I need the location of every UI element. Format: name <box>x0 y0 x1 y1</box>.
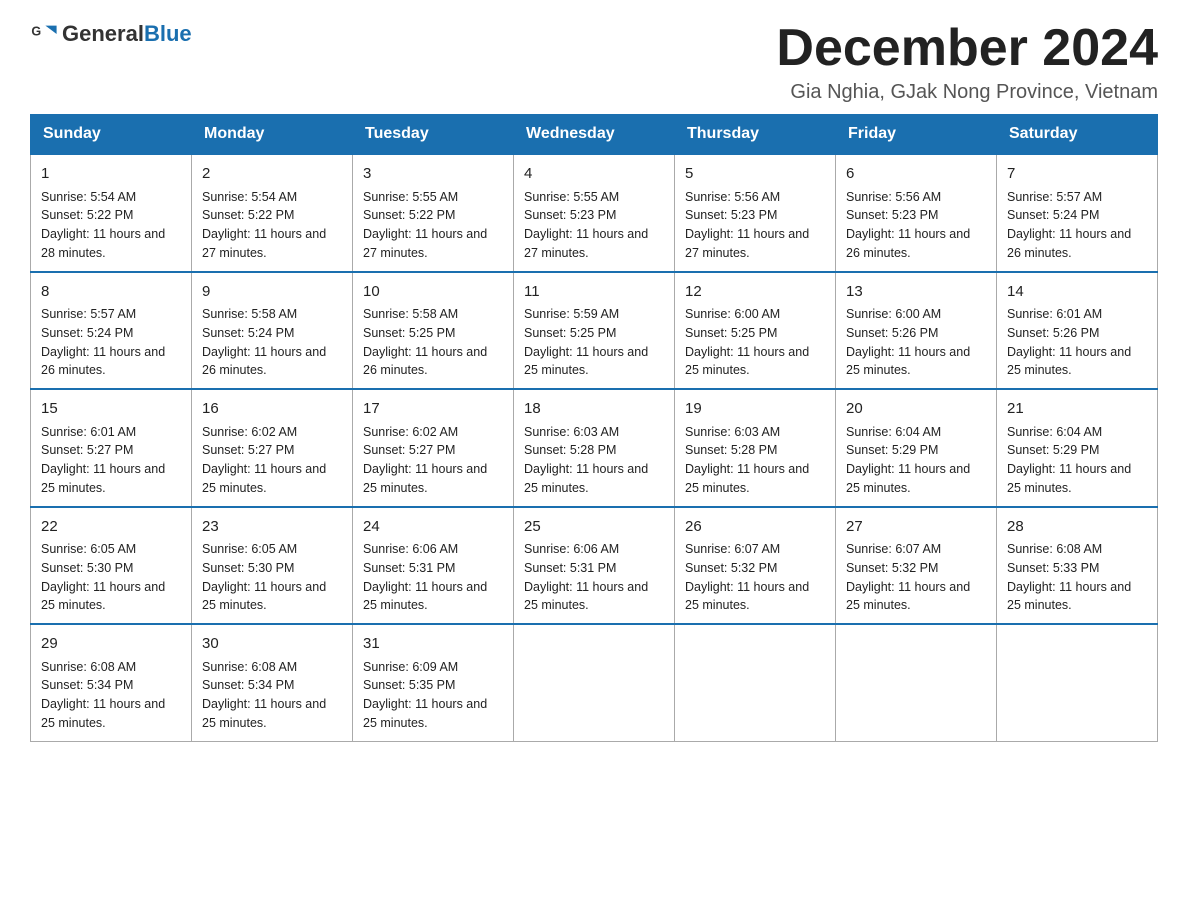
calendar-day-cell: 26Sunrise: 6:07 AMSunset: 5:32 PMDayligh… <box>675 507 836 625</box>
day-number: 17 <box>363 398 503 421</box>
month-title: December 2024 <box>776 20 1158 77</box>
day-of-week-header: Tuesday <box>353 115 514 155</box>
calendar-day-cell: 2Sunrise: 5:54 AMSunset: 5:22 PMDaylight… <box>192 154 353 272</box>
day-of-week-header: Monday <box>192 115 353 155</box>
day-number: 6 <box>846 163 986 186</box>
calendar-day-cell <box>997 624 1158 741</box>
calendar-day-cell: 5Sunrise: 5:56 AMSunset: 5:23 PMDaylight… <box>675 154 836 272</box>
day-number: 11 <box>524 281 664 304</box>
day-number: 4 <box>524 163 664 186</box>
day-of-week-header: Saturday <box>997 115 1158 155</box>
calendar-week-row: 22Sunrise: 6:05 AMSunset: 5:30 PMDayligh… <box>31 507 1158 625</box>
day-number: 29 <box>41 633 181 656</box>
day-number: 9 <box>202 281 342 304</box>
calendar-day-cell: 10Sunrise: 5:58 AMSunset: 5:25 PMDayligh… <box>353 272 514 390</box>
logo-blue-text: Blue <box>144 21 192 46</box>
day-number: 3 <box>363 163 503 186</box>
day-number: 8 <box>41 281 181 304</box>
day-number: 14 <box>1007 281 1147 304</box>
day-number: 10 <box>363 281 503 304</box>
logo-general-text: General <box>62 21 144 46</box>
day-number: 26 <box>685 516 825 539</box>
day-number: 18 <box>524 398 664 421</box>
day-number: 5 <box>685 163 825 186</box>
day-of-week-header: Sunday <box>31 115 192 155</box>
day-of-week-header: Thursday <box>675 115 836 155</box>
day-number: 21 <box>1007 398 1147 421</box>
calendar-day-cell: 9Sunrise: 5:58 AMSunset: 5:24 PMDaylight… <box>192 272 353 390</box>
calendar-header-row: SundayMondayTuesdayWednesdayThursdayFrid… <box>31 115 1158 155</box>
calendar-day-cell: 4Sunrise: 5:55 AMSunset: 5:23 PMDaylight… <box>514 154 675 272</box>
calendar-day-cell: 7Sunrise: 5:57 AMSunset: 5:24 PMDaylight… <box>997 154 1158 272</box>
page-header: G GeneralBlue December 2024 Gia Nghia, G… <box>30 20 1158 104</box>
day-number: 2 <box>202 163 342 186</box>
logo: G GeneralBlue <box>30 20 192 48</box>
day-of-week-header: Wednesday <box>514 115 675 155</box>
day-of-week-header: Friday <box>836 115 997 155</box>
calendar-day-cell: 31Sunrise: 6:09 AMSunset: 5:35 PMDayligh… <box>353 624 514 741</box>
location-subtitle: Gia Nghia, GJak Nong Province, Vietnam <box>776 81 1158 104</box>
calendar-day-cell: 28Sunrise: 6:08 AMSunset: 5:33 PMDayligh… <box>997 507 1158 625</box>
calendar-week-row: 15Sunrise: 6:01 AMSunset: 5:27 PMDayligh… <box>31 389 1158 507</box>
calendar-day-cell: 27Sunrise: 6:07 AMSunset: 5:32 PMDayligh… <box>836 507 997 625</box>
calendar-day-cell: 12Sunrise: 6:00 AMSunset: 5:25 PMDayligh… <box>675 272 836 390</box>
day-number: 31 <box>363 633 503 656</box>
svg-text:G: G <box>31 24 41 38</box>
calendar-day-cell: 11Sunrise: 5:59 AMSunset: 5:25 PMDayligh… <box>514 272 675 390</box>
calendar-day-cell: 6Sunrise: 5:56 AMSunset: 5:23 PMDaylight… <box>836 154 997 272</box>
calendar-day-cell <box>836 624 997 741</box>
day-number: 16 <box>202 398 342 421</box>
calendar-week-row: 29Sunrise: 6:08 AMSunset: 5:34 PMDayligh… <box>31 624 1158 741</box>
day-number: 1 <box>41 163 181 186</box>
calendar-day-cell: 15Sunrise: 6:01 AMSunset: 5:27 PMDayligh… <box>31 389 192 507</box>
calendar-day-cell: 16Sunrise: 6:02 AMSunset: 5:27 PMDayligh… <box>192 389 353 507</box>
calendar-week-row: 8Sunrise: 5:57 AMSunset: 5:24 PMDaylight… <box>31 272 1158 390</box>
calendar-week-row: 1Sunrise: 5:54 AMSunset: 5:22 PMDaylight… <box>31 154 1158 272</box>
day-number: 24 <box>363 516 503 539</box>
logo-icon: G <box>30 20 58 48</box>
day-number: 22 <box>41 516 181 539</box>
calendar-day-cell: 29Sunrise: 6:08 AMSunset: 5:34 PMDayligh… <box>31 624 192 741</box>
calendar-day-cell: 18Sunrise: 6:03 AMSunset: 5:28 PMDayligh… <box>514 389 675 507</box>
calendar-day-cell: 1Sunrise: 5:54 AMSunset: 5:22 PMDaylight… <box>31 154 192 272</box>
calendar-day-cell: 24Sunrise: 6:06 AMSunset: 5:31 PMDayligh… <box>353 507 514 625</box>
day-number: 28 <box>1007 516 1147 539</box>
day-number: 25 <box>524 516 664 539</box>
calendar-day-cell: 3Sunrise: 5:55 AMSunset: 5:22 PMDaylight… <box>353 154 514 272</box>
day-number: 13 <box>846 281 986 304</box>
calendar-day-cell <box>514 624 675 741</box>
day-number: 30 <box>202 633 342 656</box>
day-number: 27 <box>846 516 986 539</box>
day-number: 20 <box>846 398 986 421</box>
calendar-day-cell: 17Sunrise: 6:02 AMSunset: 5:27 PMDayligh… <box>353 389 514 507</box>
calendar-day-cell: 14Sunrise: 6:01 AMSunset: 5:26 PMDayligh… <box>997 272 1158 390</box>
day-number: 15 <box>41 398 181 421</box>
calendar-day-cell <box>675 624 836 741</box>
day-number: 23 <box>202 516 342 539</box>
calendar-day-cell: 20Sunrise: 6:04 AMSunset: 5:29 PMDayligh… <box>836 389 997 507</box>
calendar-day-cell: 19Sunrise: 6:03 AMSunset: 5:28 PMDayligh… <box>675 389 836 507</box>
calendar-day-cell: 21Sunrise: 6:04 AMSunset: 5:29 PMDayligh… <box>997 389 1158 507</box>
calendar-day-cell: 22Sunrise: 6:05 AMSunset: 5:30 PMDayligh… <box>31 507 192 625</box>
calendar-day-cell: 30Sunrise: 6:08 AMSunset: 5:34 PMDayligh… <box>192 624 353 741</box>
day-number: 7 <box>1007 163 1147 186</box>
day-number: 12 <box>685 281 825 304</box>
calendar-day-cell: 8Sunrise: 5:57 AMSunset: 5:24 PMDaylight… <box>31 272 192 390</box>
calendar-day-cell: 25Sunrise: 6:06 AMSunset: 5:31 PMDayligh… <box>514 507 675 625</box>
calendar-day-cell: 23Sunrise: 6:05 AMSunset: 5:30 PMDayligh… <box>192 507 353 625</box>
calendar-day-cell: 13Sunrise: 6:00 AMSunset: 5:26 PMDayligh… <box>836 272 997 390</box>
day-number: 19 <box>685 398 825 421</box>
title-block: December 2024 Gia Nghia, GJak Nong Provi… <box>776 20 1158 104</box>
calendar-table: SundayMondayTuesdayWednesdayThursdayFrid… <box>30 114 1158 742</box>
